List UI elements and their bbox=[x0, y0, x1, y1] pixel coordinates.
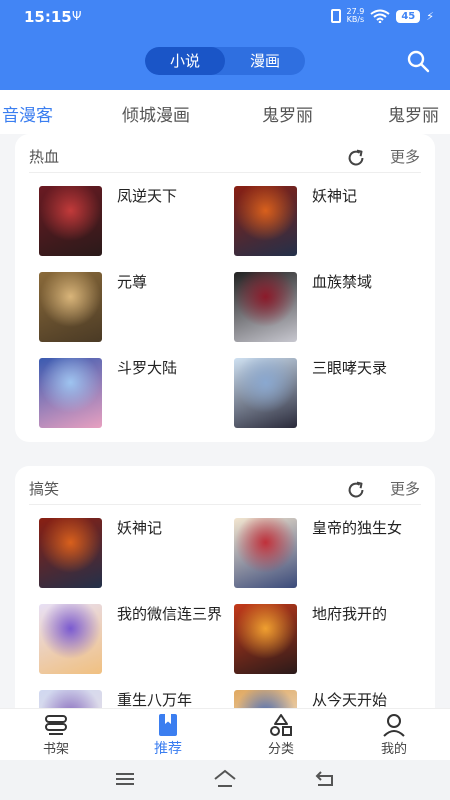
status-time: 15:15 bbox=[24, 8, 72, 26]
comic-cover-image[interactable] bbox=[39, 272, 102, 342]
comic-cover-image[interactable] bbox=[234, 358, 297, 428]
toggle-novel[interactable]: 小说 bbox=[145, 47, 225, 75]
nav-bookshelf[interactable]: 书架 bbox=[16, 713, 96, 757]
comic-title[interactable]: 从今天开始 bbox=[312, 690, 422, 710]
comic-cover-image[interactable] bbox=[39, 186, 102, 256]
vibrate-icon bbox=[330, 9, 341, 23]
status-icons: 27.9 KB/s 45 ⚡ bbox=[330, 7, 434, 24]
usb-icon: Ψ bbox=[72, 9, 82, 23]
comic-cover-image[interactable] bbox=[234, 604, 297, 674]
category-icon bbox=[270, 714, 292, 736]
bottom-nav: 书架 推荐 分类 我的 bbox=[0, 708, 450, 760]
bookshelf-icon bbox=[45, 715, 67, 735]
content-type-toggle: 小说 漫画 bbox=[145, 47, 305, 75]
nav-category[interactable]: 分类 bbox=[241, 713, 321, 757]
comic-cover-image[interactable] bbox=[234, 186, 297, 256]
nav-recommend[interactable]: 推荐 bbox=[128, 713, 208, 758]
battery-indicator: 45 bbox=[396, 9, 421, 23]
comic-cover-image[interactable] bbox=[39, 358, 102, 428]
comic-title[interactable]: 妖神记 bbox=[117, 518, 227, 538]
comic-title[interactable]: 血族禁域 bbox=[312, 272, 422, 292]
comic-item[interactable]: 我的微信连三界 bbox=[39, 604, 229, 676]
comic-item[interactable]: 血族禁域 bbox=[234, 272, 424, 344]
tab-guiluoli-2[interactable]: 鬼罗丽 bbox=[388, 101, 439, 126]
section-title: 热血 bbox=[29, 148, 60, 166]
comic-item[interactable]: 三眼哮天录 bbox=[234, 358, 424, 430]
status-bar: 15:15 Ψ 27.9 KB/s 45 ⚡ bbox=[0, 0, 450, 34]
category-tabs: 音漫客 倾城漫画 鬼罗丽 鬼罗丽 bbox=[0, 90, 450, 134]
comic-title[interactable]: 重生八万年 bbox=[117, 690, 227, 710]
divider bbox=[29, 172, 421, 173]
comic-title[interactable]: 我的微信连三界 bbox=[117, 604, 227, 624]
system-nav-bar bbox=[0, 760, 450, 800]
divider bbox=[29, 504, 421, 505]
comic-title[interactable]: 皇帝的独生女 bbox=[312, 518, 422, 538]
comic-item[interactable]: 凤逆天下 bbox=[39, 186, 229, 258]
comic-item[interactable]: 斗罗大陆 bbox=[39, 358, 229, 430]
comic-title[interactable]: 凤逆天下 bbox=[117, 186, 227, 206]
more-link[interactable]: 更多 bbox=[390, 146, 420, 167]
comic-item[interactable]: 妖神记 bbox=[39, 518, 229, 590]
more-link[interactable]: 更多 bbox=[390, 478, 420, 499]
comic-title[interactable]: 三眼哮天录 bbox=[312, 358, 422, 378]
refresh-icon[interactable] bbox=[345, 479, 367, 501]
tab-guiluoli[interactable]: 鬼罗丽 bbox=[262, 101, 313, 126]
back-icon[interactable] bbox=[312, 768, 338, 790]
bookmark-icon bbox=[159, 714, 177, 736]
comic-cover-image[interactable] bbox=[234, 518, 297, 588]
comic-item[interactable]: 地府我开的 bbox=[234, 604, 424, 676]
refresh-icon[interactable] bbox=[345, 147, 367, 169]
comic-title[interactable]: 元尊 bbox=[117, 272, 227, 292]
comic-cover-image[interactable] bbox=[234, 272, 297, 342]
comic-cover-image[interactable] bbox=[39, 604, 102, 674]
wifi-icon bbox=[370, 9, 390, 23]
menu-icon[interactable] bbox=[112, 768, 138, 790]
home-icon[interactable] bbox=[212, 768, 238, 790]
search-icon[interactable] bbox=[406, 49, 430, 73]
user-icon bbox=[383, 714, 405, 737]
net-speed: 27.9 KB/s bbox=[346, 7, 365, 24]
section-title: 搞笑 bbox=[29, 480, 60, 498]
comic-item[interactable]: 元尊 bbox=[39, 272, 229, 344]
comic-title[interactable]: 妖神记 bbox=[312, 186, 422, 206]
tab-qingcheng[interactable]: 倾城漫画 bbox=[122, 101, 190, 126]
app-header: 15:15 Ψ 27.9 KB/s 45 ⚡ 小说 漫画 bbox=[0, 0, 450, 90]
comic-item[interactable]: 皇帝的独生女 bbox=[234, 518, 424, 590]
toggle-comic[interactable]: 漫画 bbox=[225, 47, 305, 75]
comic-title[interactable]: 地府我开的 bbox=[312, 604, 422, 624]
charging-icon: ⚡ bbox=[426, 9, 434, 23]
section-card: 热血 更多 凤逆天下 妖神记元尊 血族禁域斗罗大陆 三眼哮天录 bbox=[15, 134, 435, 442]
nav-mine[interactable]: 我的 bbox=[354, 713, 434, 757]
comic-cover-image[interactable] bbox=[39, 518, 102, 588]
section-card: 搞笑 更多 妖神记 皇帝的独生女我的微信连三界 地府我开的重生八万年 从今天开始 bbox=[15, 466, 435, 726]
tab-yinmanke[interactable]: 音漫客 bbox=[2, 101, 53, 126]
comic-item[interactable]: 妖神记 bbox=[234, 186, 424, 258]
comic-title[interactable]: 斗罗大陆 bbox=[117, 358, 227, 378]
